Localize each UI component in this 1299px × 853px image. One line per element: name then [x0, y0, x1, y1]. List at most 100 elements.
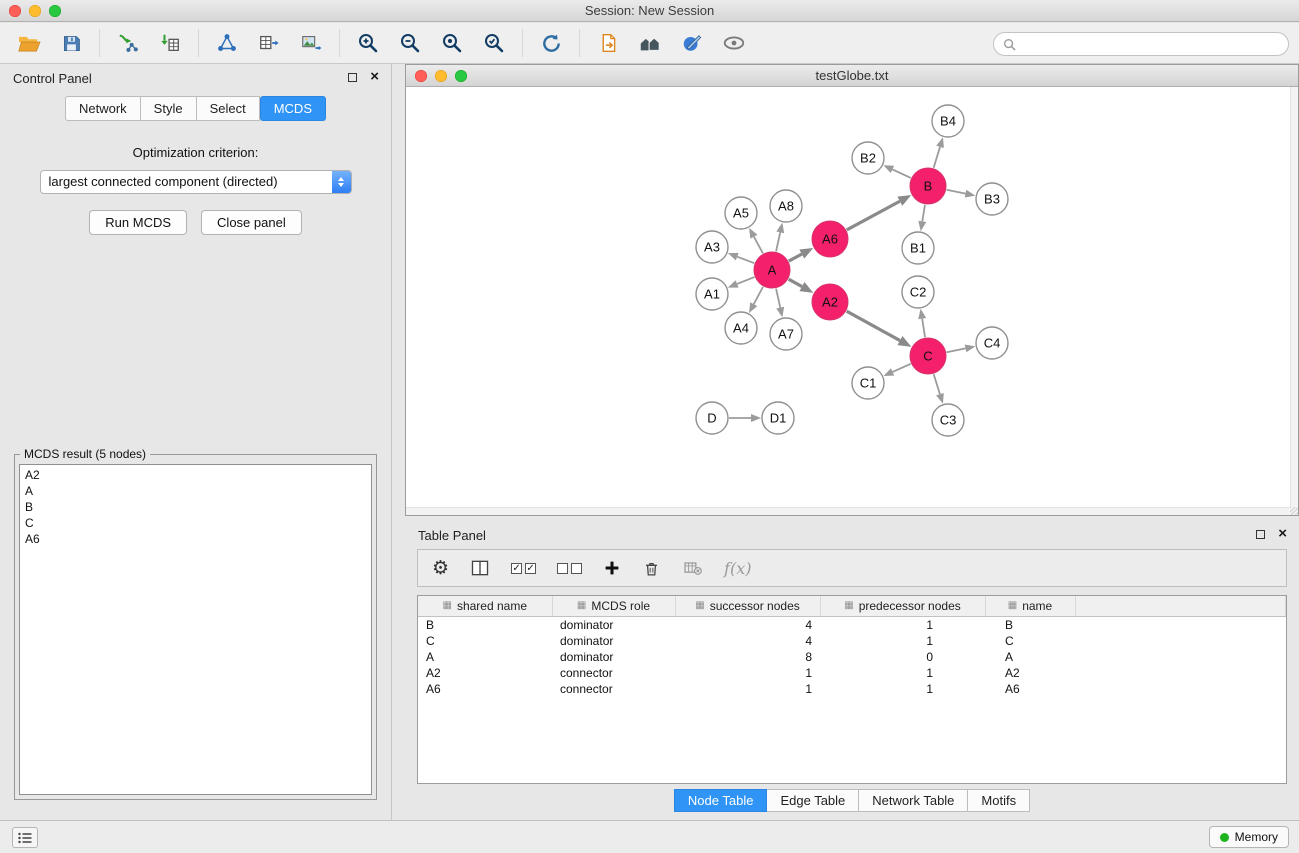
float-table-panel-button[interactable]	[1256, 530, 1265, 539]
graph-node-B4[interactable]: B4	[932, 105, 964, 137]
refresh-layout-button[interactable]	[530, 26, 572, 60]
zoom-fit-button[interactable]	[431, 26, 473, 60]
graph-edge-A-A2[interactable]	[789, 279, 802, 286]
table-cell[interactable]: A2	[985, 665, 1075, 681]
network-canvas[interactable]: B4B2BB3A5A8A6A3B1AC2A1A2A4A7C4CC1DD1C3	[406, 87, 1290, 507]
table-cell[interactable]: dominator	[552, 649, 675, 665]
table-cell[interactable]: 1	[820, 633, 985, 649]
column-header-name[interactable]: ▦name	[985, 596, 1075, 616]
mcds-result-list[interactable]: A2ABCA6	[19, 464, 372, 795]
table-cell[interactable]: 0	[820, 649, 985, 665]
home-button[interactable]	[629, 26, 671, 60]
table-cell[interactable]: A	[985, 649, 1075, 665]
table-row[interactable]: Cdominator41C	[418, 633, 1286, 649]
graph-edge-B-B4[interactable]	[934, 147, 940, 168]
memory-button[interactable]: Memory	[1209, 826, 1289, 848]
table-cell[interactable]: 1	[820, 665, 985, 681]
graph-node-A1[interactable]: A1	[696, 278, 728, 310]
zoom-in-button[interactable]	[347, 26, 389, 60]
table-row[interactable]: Bdominator41B	[418, 616, 1286, 633]
graph-edge-B-B3[interactable]	[947, 190, 966, 194]
graph-edge-A-A5[interactable]	[754, 237, 763, 254]
close-button[interactable]	[9, 5, 21, 17]
result-item[interactable]: A6	[20, 531, 371, 547]
title-bar[interactable]: Session: New Session	[0, 0, 1299, 22]
table-cell[interactable]: C	[985, 633, 1075, 649]
graph-edge-C-C1[interactable]	[893, 364, 911, 372]
table-cell[interactable]: dominator	[552, 633, 675, 649]
node-table[interactable]: ▦shared name▦MCDS role▦successor nodes▦p…	[417, 595, 1287, 784]
deselect-all-button[interactable]	[557, 563, 582, 574]
graph-node-D1[interactable]: D1	[762, 402, 794, 434]
search-input[interactable]	[1022, 37, 1279, 52]
table-row[interactable]: A2connector11A2	[418, 665, 1286, 681]
column-header-MCDS-role[interactable]: ▦MCDS role	[552, 596, 675, 616]
graph-edge-A-A6[interactable]	[789, 254, 802, 261]
table-cell[interactable]: A6	[418, 681, 552, 697]
table-cell[interactable]: 1	[820, 616, 985, 633]
export-image-button[interactable]	[290, 26, 332, 60]
optimization-criterion-dropdown[interactable]: largest connected component (directed)	[40, 170, 352, 194]
run-mcds-button[interactable]: Run MCDS	[89, 210, 187, 235]
network-close-button[interactable]	[415, 70, 427, 82]
resize-grip-icon[interactable]	[1290, 507, 1298, 515]
graph-node-A2[interactable]: A2	[812, 284, 848, 320]
table-cell[interactable]: C	[418, 633, 552, 649]
graph-node-A8[interactable]: A8	[770, 190, 802, 222]
graph-node-A7[interactable]: A7	[770, 318, 802, 350]
table-cell[interactable]: 4	[675, 633, 820, 649]
table-row[interactable]: Adominator80A	[418, 649, 1286, 665]
table-cell[interactable]: A6	[985, 681, 1075, 697]
graph-edge-A-A8[interactable]	[776, 232, 780, 251]
table-cell[interactable]: 4	[675, 616, 820, 633]
delete-column-button[interactable]	[642, 559, 661, 578]
table-cell[interactable]: connector	[552, 681, 675, 697]
minimize-button[interactable]	[29, 5, 41, 17]
graph-edge-A-A1[interactable]	[737, 277, 754, 284]
close-panel-button[interactable]: ×	[370, 71, 379, 83]
result-item[interactable]: B	[20, 499, 371, 515]
zoom-button[interactable]	[49, 5, 61, 17]
graph-node-D[interactable]: D	[696, 402, 728, 434]
tab-select[interactable]: Select	[197, 96, 260, 121]
graph-node-C2[interactable]: C2	[902, 276, 934, 308]
import-network-button[interactable]	[107, 26, 149, 60]
graph-node-A4[interactable]: A4	[725, 312, 757, 344]
column-header-shared-name[interactable]: ▦shared name	[418, 596, 552, 616]
graph-node-B1[interactable]: B1	[902, 232, 934, 264]
close-panel-button-2[interactable]: Close panel	[201, 210, 302, 235]
table-cell[interactable]: 8	[675, 649, 820, 665]
column-manager-button[interactable]	[470, 558, 490, 578]
network-minimize-button[interactable]	[435, 70, 447, 82]
export-document-button[interactable]	[587, 26, 629, 60]
eye-button[interactable]	[713, 26, 755, 60]
graph-edge-C-C3[interactable]	[934, 374, 940, 394]
graph-node-A[interactable]: A	[754, 252, 790, 288]
zoom-selected-button[interactable]	[473, 26, 515, 60]
result-item[interactable]: C	[20, 515, 371, 531]
search-field[interactable]	[993, 32, 1289, 56]
table-cell[interactable]: B	[985, 616, 1075, 633]
export-table-button[interactable]	[248, 26, 290, 60]
close-table-panel-button[interactable]: ×	[1278, 528, 1287, 540]
table-cell[interactable]: B	[418, 616, 552, 633]
tab-network[interactable]: Network	[65, 96, 141, 121]
table-cell[interactable]: dominator	[552, 616, 675, 633]
task-history-button[interactable]	[12, 827, 38, 848]
graph-node-C4[interactable]: C4	[976, 327, 1008, 359]
table-cell[interactable]: connector	[552, 665, 675, 681]
graphics-details-button[interactable]	[671, 26, 713, 60]
graph-edge-C-C4[interactable]	[947, 348, 966, 352]
delete-table-button[interactable]	[682, 558, 703, 578]
table-cell[interactable]: 1	[675, 681, 820, 697]
table-cell[interactable]: A	[418, 649, 552, 665]
save-session-button[interactable]	[50, 26, 92, 60]
network-zoom-button[interactable]	[455, 70, 467, 82]
tab-motifs[interactable]: Motifs	[968, 789, 1030, 812]
column-header-successor-nodes[interactable]: ▦successor nodes	[675, 596, 820, 616]
table-row[interactable]: A6connector11A6	[418, 681, 1286, 697]
graph-edge-A-A4[interactable]	[754, 287, 763, 304]
graph-node-A3[interactable]: A3	[696, 231, 728, 263]
tab-style[interactable]: Style	[141, 96, 197, 121]
import-table-button[interactable]	[149, 26, 191, 60]
